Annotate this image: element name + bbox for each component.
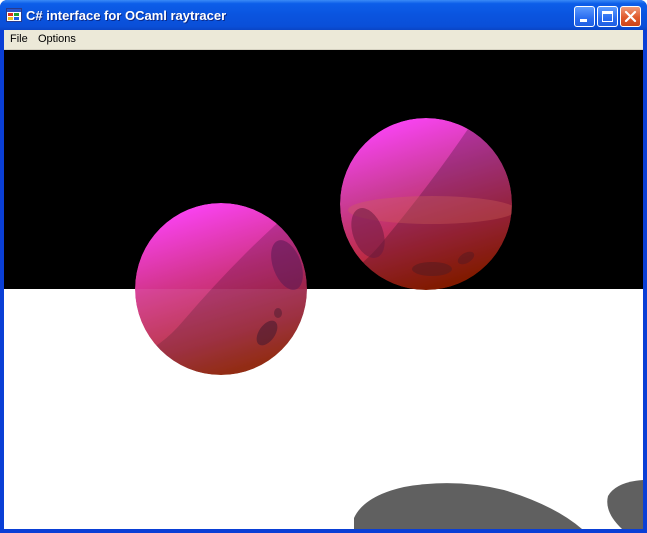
render-canvas xyxy=(4,50,643,529)
menu-bar: File Options xyxy=(4,30,643,50)
menu-options[interactable]: Options xyxy=(36,32,78,46)
title-bar[interactable]: C# interface for OCaml raytracer xyxy=(0,0,647,30)
close-icon xyxy=(624,10,637,23)
app-window: C# interface for OCaml raytracer File Op… xyxy=(0,0,647,533)
minimize-icon xyxy=(580,19,587,22)
close-button[interactable] xyxy=(620,6,641,27)
maximize-icon xyxy=(602,11,613,22)
sky xyxy=(4,50,643,289)
minimize-button[interactable] xyxy=(574,6,595,27)
menu-file[interactable]: File xyxy=(8,32,30,46)
raytraced-scene xyxy=(4,50,643,529)
maximize-button[interactable] xyxy=(597,6,618,27)
window-title: C# interface for OCaml raytracer xyxy=(26,8,227,23)
window-frame-bottom xyxy=(0,529,647,533)
floor xyxy=(4,289,643,529)
app-window-icon[interactable] xyxy=(6,7,22,23)
